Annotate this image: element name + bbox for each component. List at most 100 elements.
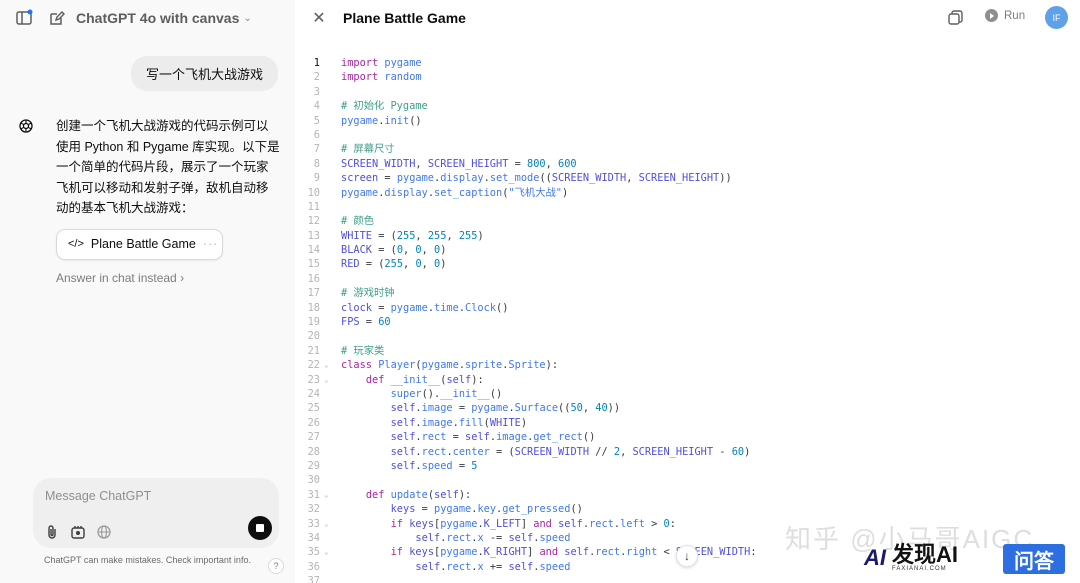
- line-number: 11: [307, 200, 320, 213]
- code-text: import pygame: [341, 57, 422, 69]
- brand-en: FAXIANAI.COM: [892, 566, 947, 572]
- assistant-message: 创建一个飞机大战游戏的代码示例可以使用 Python 和 Pygame 库实现。…: [18, 116, 280, 285]
- canvas-title: Plane Battle Game: [343, 10, 466, 26]
- code-text: # 颜色: [341, 215, 374, 228]
- assistant-text: 创建一个飞机大战游戏的代码示例可以使用 Python 和 Pygame 库实现。…: [56, 119, 280, 215]
- code-text: keys = pygame.key.get_pressed(): [390, 503, 583, 516]
- user-message: 写一个飞机大战游戏: [130, 56, 278, 91]
- fold-chevron-icon[interactable]: ⌄: [324, 373, 329, 387]
- arrow-down-icon: ↓: [684, 549, 690, 563]
- help-button[interactable]: ?: [268, 558, 284, 574]
- code-text: # 玩家类: [341, 344, 385, 357]
- code-text: class Player(pygame.sprite.Sprite):: [341, 359, 559, 372]
- line-number: 13: [307, 229, 320, 242]
- code-text: # 屏幕尺寸: [341, 143, 395, 156]
- line-number: 15: [307, 258, 320, 271]
- code-text: # 游戏时钟: [341, 287, 395, 300]
- line-number: 5: [313, 114, 320, 127]
- line-number: 9: [313, 172, 320, 185]
- line-number: 31: [307, 488, 320, 501]
- scroll-down-button[interactable]: ↓: [676, 545, 698, 567]
- line-number: 21: [307, 344, 320, 357]
- canvas-card-button[interactable]: </> Plane Battle Game ···: [56, 228, 223, 260]
- message-input[interactable]: Message ChatGPT: [45, 489, 151, 503]
- line-number: 18: [307, 301, 320, 314]
- fold-chevron-icon[interactable]: ⌄: [324, 545, 329, 559]
- code-text: self.rect.x -= self.speed: [415, 531, 571, 544]
- line-number: 6: [313, 128, 320, 141]
- line-number: 30: [307, 474, 320, 487]
- line-number: 4: [313, 100, 320, 113]
- canvas-card-label: Plane Battle Game: [90, 237, 196, 251]
- more-dots-icon[interactable]: ···: [203, 237, 219, 251]
- run-button[interactable]: Run: [985, 9, 1025, 22]
- line-number: 10: [307, 186, 320, 199]
- code-text: def update(self):: [365, 488, 472, 501]
- close-icon[interactable]: ✕: [310, 9, 328, 27]
- play-icon: [985, 9, 998, 22]
- line-number: 24: [307, 387, 320, 400]
- canvas-pane: ✕ Plane Battle Game Run IF 1 import pygam…: [295, 0, 1080, 583]
- avatar[interactable]: IF: [1045, 6, 1068, 29]
- chevron-down-icon: ⌄: [243, 12, 252, 24]
- line-number: 25: [307, 402, 320, 415]
- new-chat-icon[interactable]: [46, 8, 66, 28]
- line-number: 27: [307, 431, 320, 444]
- code-text: BLACK = (0, 0, 0): [341, 244, 447, 257]
- model-selector[interactable]: ChatGPT 4o with canvas ⌄: [76, 10, 252, 26]
- model-title-label: ChatGPT 4o with canvas: [76, 10, 240, 26]
- line-number: 37: [307, 575, 320, 583]
- code-text: self.rect.x += self.speed: [415, 560, 571, 573]
- fold-chevron-icon[interactable]: ⌄: [324, 358, 329, 372]
- line-number: 33: [307, 517, 320, 530]
- line-number: 29: [307, 459, 320, 472]
- code-text: RED = (255, 0, 0): [341, 258, 447, 271]
- code-text: def __init__(self):: [365, 373, 484, 386]
- line-number: 17: [307, 287, 320, 300]
- code-text: self.rect = self.image.get_rect(): [390, 431, 596, 444]
- code-text: if keys[pygame.K_LEFT] and self.rect.lef…: [390, 517, 676, 530]
- code-text: WHITE = (255, 255, 255): [341, 229, 484, 242]
- code-icon: </>: [68, 238, 84, 250]
- line-number: 1: [313, 57, 320, 69]
- line-number: 22: [307, 359, 320, 372]
- globe-icon[interactable]: [95, 523, 112, 540]
- copy-icon[interactable]: [947, 9, 965, 27]
- code-text: pygame.display.set_caption("飞机大战"): [341, 186, 569, 199]
- composer-tools: [43, 523, 112, 540]
- line-number: 16: [307, 272, 320, 285]
- attach-icon[interactable]: [43, 523, 60, 540]
- message-composer[interactable]: Message ChatGPT: [33, 478, 279, 548]
- code-text: pygame.init(): [341, 114, 422, 127]
- line-number: 8: [313, 157, 320, 170]
- fold-chevron-icon[interactable]: ⌄: [324, 517, 329, 531]
- run-label: Run: [1004, 9, 1026, 22]
- code-text: self.rect.center = (SCREEN_WIDTH // 2, S…: [390, 445, 751, 458]
- line-number: 32: [307, 503, 320, 516]
- line-number: 34: [307, 531, 320, 544]
- code-text: # 初始化 Pygame: [341, 100, 428, 113]
- code-text: self.image = pygame.Surface((50, 40)): [390, 402, 621, 415]
- line-number: 12: [307, 215, 320, 228]
- line-number: 3: [313, 85, 320, 98]
- line-number: 23: [307, 373, 320, 386]
- answer-in-chat-link[interactable]: Answer in chat instead ›: [56, 271, 280, 285]
- tools-icon[interactable]: [69, 523, 86, 540]
- line-number: 35: [307, 546, 320, 559]
- chat-pane: ChatGPT 4o with canvas ⌄ 写一个飞机大战游戏 创建一个飞…: [0, 0, 295, 583]
- sidebar-toggle-icon[interactable]: [14, 8, 34, 28]
- line-number: 7: [313, 143, 320, 156]
- line-number: 14: [307, 244, 320, 257]
- qa-badge: 问答: [1003, 544, 1065, 574]
- answer-in-chat-label: Answer in chat instead: [56, 270, 177, 285]
- stop-generating-button[interactable]: [248, 516, 272, 540]
- fold-chevron-icon[interactable]: ⌄: [324, 488, 329, 502]
- code-text: screen = pygame.display.set_mode((SCREEN…: [341, 172, 732, 185]
- code-text: super().__init__(): [390, 387, 503, 400]
- line-number: 36: [307, 560, 320, 573]
- line-number: 2: [313, 71, 320, 84]
- code-text: SCREEN_WIDTH, SCREEN_HEIGHT = 800, 600: [341, 157, 577, 170]
- stop-icon: [256, 524, 264, 532]
- line-number: 19: [307, 316, 320, 329]
- faxianai-logo: AI 发现AI FAXIANAI.COM: [864, 541, 958, 575]
